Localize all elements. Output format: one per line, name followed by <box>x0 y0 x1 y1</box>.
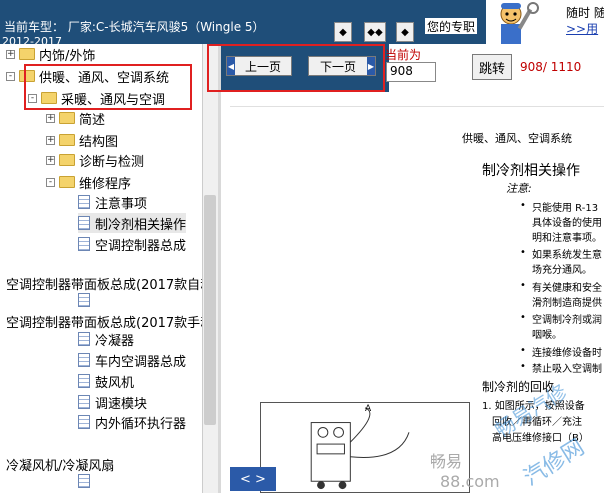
tree-item-precautions[interactable]: 注意事项 <box>78 192 147 212</box>
tree-item-ac-panel-auto-doc[interactable] <box>78 290 95 310</box>
document-text: 明和注意事项。 <box>532 233 602 244</box>
folder-icon <box>59 134 75 146</box>
tree-item-structure[interactable]: + 结构图 <box>46 130 118 150</box>
tree-item-label: 内饰/外饰 <box>39 48 96 64</box>
page-number-input[interactable]: 908 <box>386 62 436 82</box>
document-divider <box>230 106 604 107</box>
document-icon <box>78 474 90 488</box>
document-icon <box>78 395 90 409</box>
tree-item-label: 诊断与检测 <box>79 154 145 170</box>
document-text: 具体设备的使用 <box>532 218 602 229</box>
document-text: 滑剂制造商提供 <box>532 298 602 309</box>
document-icon <box>78 415 90 429</box>
tree-item-repair[interactable]: - 维修程序 <box>46 172 131 192</box>
tree-item-label: 冷凝风机/冷凝风扇 <box>6 458 115 474</box>
tree-item-label: 调速模块 <box>95 396 148 412</box>
tree-item-label: 车内空调器总成 <box>95 354 187 370</box>
document-notice: 注意: <box>506 182 532 195</box>
expand-icon[interactable]: + <box>46 113 55 123</box>
document-icon <box>78 332 90 346</box>
document-text: 有关健康和安全 <box>532 283 602 294</box>
figure-label: A <box>365 404 372 414</box>
document-text: 只能使用 R-13 <box>532 203 599 214</box>
ad-link[interactable]: >>用 <box>566 20 598 37</box>
tree-item-label: 简述 <box>79 112 106 128</box>
mechanic-mascot-icon <box>500 2 539 44</box>
tree-item-interior[interactable]: + 内饰/外饰 <box>6 44 95 64</box>
toggle-pane-button[interactable]: < > <box>230 467 276 491</box>
current-page-label: 当前为 <box>385 48 422 62</box>
document-text: 空调制冷剂或润 <box>532 315 602 326</box>
vehicle-label: 当前车型： 厂家:C-长城汽车风骏5（Wingle 5） <box>4 20 265 34</box>
folder-icon <box>59 176 75 188</box>
tree-scrollbar-thumb[interactable] <box>204 195 216 425</box>
tree-item-ac-unit[interactable]: 车内空调器总成 <box>78 350 186 370</box>
highlight-box-tree <box>24 64 192 110</box>
folder-icon <box>59 112 75 124</box>
tree-item-condenser-fan[interactable]: 冷凝风机/冷凝风扇 <box>6 454 114 474</box>
nav-split-button[interactable]: ◆◆ <box>364 22 386 42</box>
document-icon <box>78 195 90 209</box>
tree-item-label: 空调控制器带面板总成(2017款自动 <box>6 277 202 293</box>
tree-item-ac-controller[interactable]: 空调控制器总成 <box>78 234 186 254</box>
tree-item-label: 结构图 <box>79 134 119 150</box>
document-text: 连接维修设备时 <box>532 348 602 359</box>
tree-item-label: 空调控制器带面板总成(2017款手动 <box>6 315 202 331</box>
tree-item-label: 鼓风机 <box>95 375 135 391</box>
document-text: 咽喉。 <box>532 330 562 341</box>
tree-item-refrigerant[interactable]: 制冷剂相关操作 <box>78 213 187 233</box>
tree-item-label: 注意事项 <box>95 196 148 212</box>
document-text: 如果系统发生意 <box>532 250 602 261</box>
document-section-header: 供暖、通风、空调系统 <box>462 132 572 145</box>
tree-item-label: 空调控制器总成 <box>95 238 187 254</box>
expand-icon[interactable]: + <box>6 49 15 59</box>
collapse-icon[interactable]: - <box>46 177 55 187</box>
tree-item-condenser-fan-doc[interactable] <box>78 471 95 491</box>
document-icon <box>78 374 90 388</box>
tree-item-label: 内外循环执行器 <box>95 416 187 432</box>
tree-item-ac-panel-auto[interactable]: 空调控制器带面板总成(2017款自动 <box>6 273 202 293</box>
ad-text: 随时 随 <box>566 6 604 20</box>
folder-icon <box>59 154 75 166</box>
tree-item-condenser[interactable]: 冷凝器 <box>78 329 134 349</box>
tree-item-ac-panel-manual[interactable]: 空调控制器带面板总成(2017款手动 <box>6 311 202 331</box>
page-count: 908/ 1110 <box>520 60 582 74</box>
expand-icon[interactable]: + <box>46 135 55 145</box>
tree-item-recirc-actuator[interactable]: 内外循环执行器 <box>78 412 186 432</box>
folder-icon <box>19 48 35 60</box>
bullet-icon: • <box>520 200 526 211</box>
tree-item-overview[interactable]: + 简述 <box>46 108 105 128</box>
nav-split-icon: ◆◆ <box>367 26 383 38</box>
nav-first-icon: ◆ <box>339 26 347 38</box>
tree-item-speed-module[interactable]: 调速模块 <box>78 392 147 412</box>
bullet-icon: • <box>520 361 526 372</box>
nav-first-button[interactable]: ◆ <box>334 22 352 42</box>
watermark: 88.com <box>440 472 500 491</box>
collapse-icon[interactable]: - <box>6 71 15 81</box>
tree-item-blower[interactable]: 鼓风机 <box>78 371 134 391</box>
document-text: 禁止吸入空调制 <box>532 364 602 375</box>
pro-text: 您的专职 <box>425 18 478 34</box>
highlight-box-pager <box>207 44 385 92</box>
bullet-icon: • <box>520 280 526 291</box>
document-icon <box>78 237 90 251</box>
tree-item-label: 制冷剂相关操作 <box>95 217 187 233</box>
bullet-icon: • <box>520 247 526 258</box>
expand-icon[interactable]: + <box>46 155 55 165</box>
document-title: 制冷剂相关操作 <box>482 163 580 179</box>
nav-last-button[interactable]: ◆ <box>396 22 414 42</box>
tree-item-label: 维修程序 <box>79 176 132 192</box>
document-text: 场充分通风。 <box>532 265 592 276</box>
bullet-icon: • <box>520 312 526 323</box>
navigation-tree: + 内饰/外饰 - 供暖、通风、空调系统 - 采暖、通风与空调 + 简述 + 结… <box>0 44 202 493</box>
nav-last-icon: ◆ <box>401 26 409 38</box>
document-icon <box>78 216 90 230</box>
tree-item-diagnosis[interactable]: + 诊断与检测 <box>46 150 144 170</box>
jump-button[interactable]: 跳转 <box>472 54 512 80</box>
bullet-icon: • <box>520 345 526 356</box>
tree-item-label: 冷凝器 <box>95 333 135 349</box>
watermark: 畅易 <box>430 452 463 471</box>
document-icon <box>78 353 90 367</box>
document-icon <box>78 293 90 307</box>
